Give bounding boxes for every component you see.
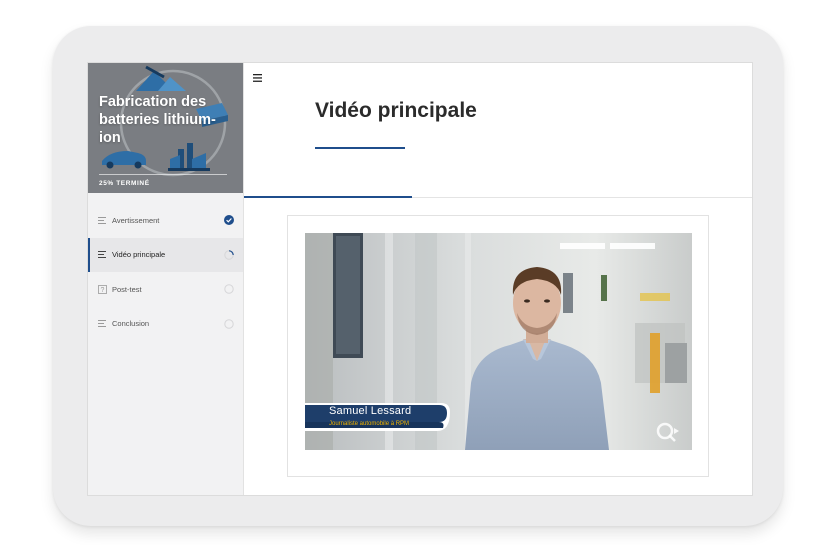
check-circle-icon bbox=[224, 215, 234, 226]
presenter-role: Journaliste automobile à RPM bbox=[329, 421, 410, 427]
title-underline bbox=[315, 147, 405, 149]
app-screen: Fabrication des batteries lithium-ion 25… bbox=[87, 62, 753, 496]
lesson-progress-bar bbox=[244, 196, 412, 198]
empty-circle-icon bbox=[224, 284, 234, 294]
sidebar-item-video-principale[interactable]: Vidéo principale bbox=[88, 237, 243, 272]
course-title: Fabrication des batteries lithium-ion bbox=[99, 94, 216, 146]
video-player[interactable]: Samuel Lessard Journaliste automobile à … bbox=[305, 233, 692, 450]
sidebar: Fabrication des batteries lithium-ion 25… bbox=[88, 63, 244, 495]
course-header: Fabrication des batteries lithium-ion 25… bbox=[88, 63, 243, 193]
video-card: Samuel Lessard Journaliste automobile à … bbox=[287, 215, 709, 477]
q-logo-icon bbox=[656, 422, 679, 442]
sidebar-item-label: Vidéo principale bbox=[112, 250, 166, 260]
video-lower-third: Samuel Lessard Journaliste automobile à … bbox=[305, 403, 450, 431]
progress-ring-icon bbox=[224, 249, 234, 260]
lines-icon bbox=[98, 320, 106, 328]
sidebar-item-conclusion[interactable]: Conclusion bbox=[88, 307, 243, 342]
page-title: Vidéo principale bbox=[315, 99, 477, 122]
course-progress-label: 25% TERMINÉ bbox=[99, 180, 150, 187]
hamburger-menu-icon[interactable] bbox=[253, 74, 262, 82]
sidebar-item-post-test[interactable]: ? Post-test bbox=[88, 272, 243, 307]
sidebar-item-label: Conclusion bbox=[112, 319, 150, 329]
sidebar-item-avertissement[interactable]: Avertissement bbox=[88, 203, 243, 238]
empty-circle-icon bbox=[224, 319, 234, 329]
sidebar-item-label: Post-test bbox=[112, 284, 142, 294]
lesson-menu: Avertissement Vidéo principale ? Post-te… bbox=[88, 203, 243, 341]
lines-icon bbox=[98, 251, 106, 259]
lines-icon bbox=[98, 216, 106, 224]
question-box-icon: ? bbox=[98, 284, 107, 294]
sidebar-item-label: Avertissement bbox=[112, 215, 160, 225]
course-progress-bar bbox=[99, 174, 227, 175]
presenter-name: Samuel Lessard bbox=[329, 405, 412, 417]
svg-text:?: ? bbox=[101, 287, 105, 294]
